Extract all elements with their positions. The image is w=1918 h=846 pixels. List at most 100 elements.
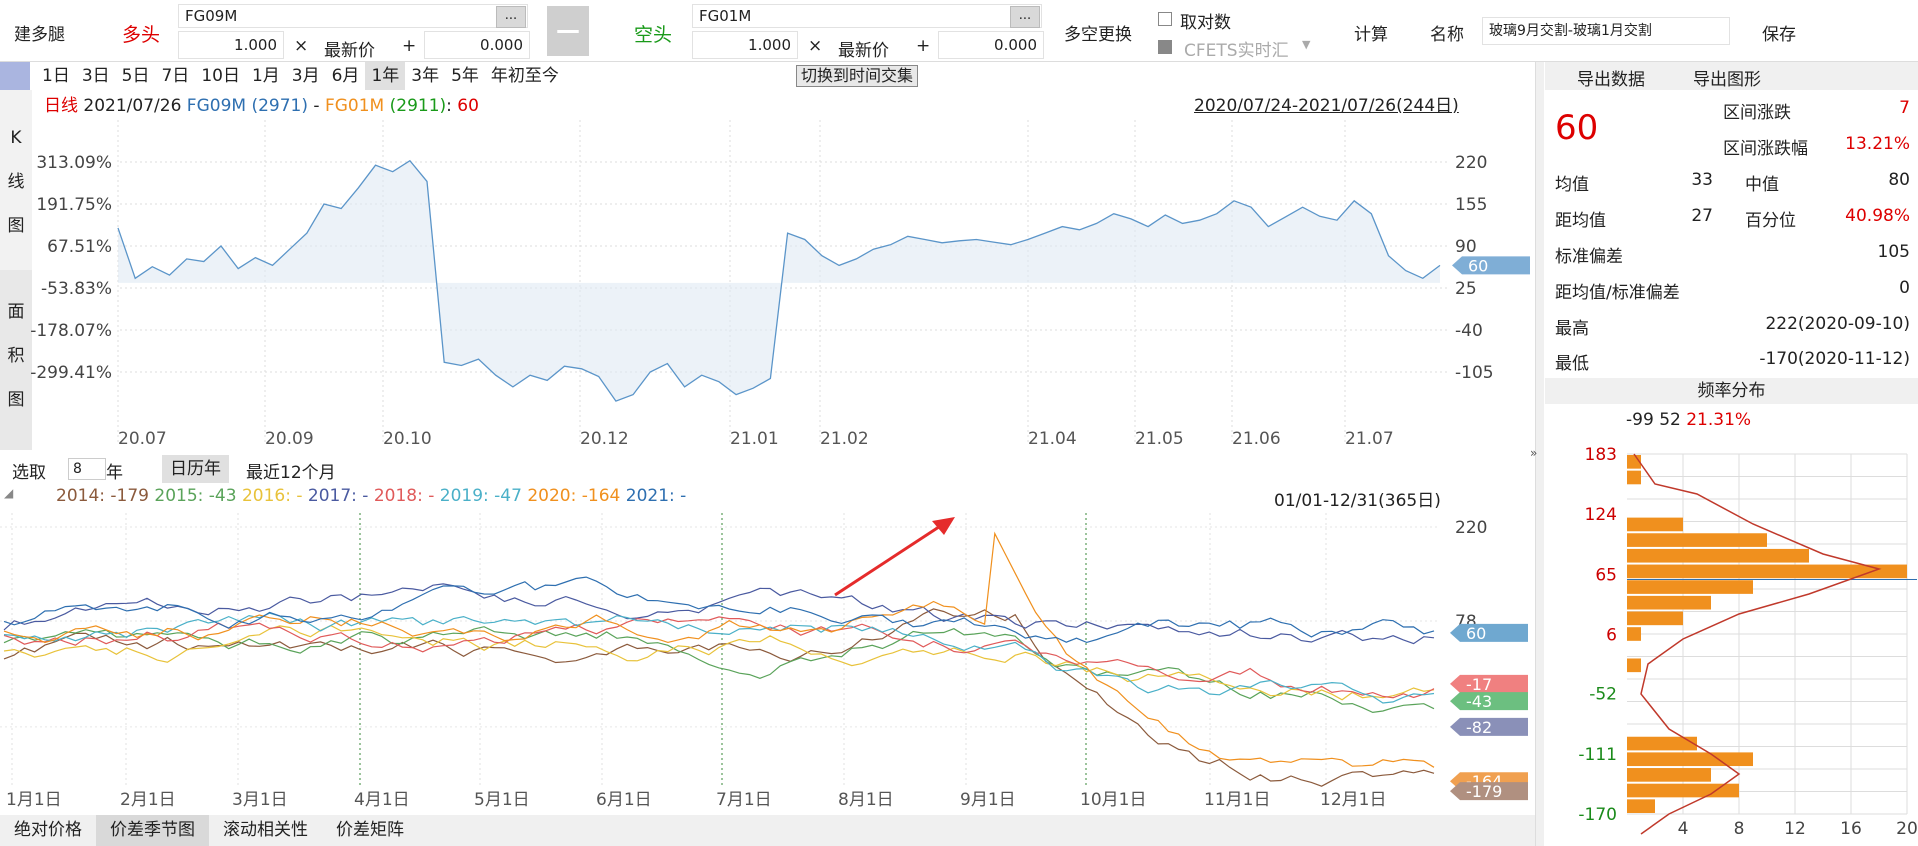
hist-header-c: 21.31% [1686, 410, 1752, 430]
month-label-5: 6月1日 [596, 790, 652, 810]
minus-button[interactable]: — [547, 6, 589, 56]
long-code-picker-button[interactable]: ... [496, 6, 526, 28]
short-label: 空头 [634, 24, 673, 46]
std-label: 标准偏差 [1555, 247, 1623, 267]
tab-2[interactable]: 滚动相关性 [209, 815, 322, 846]
short-add-input[interactable]: 0.000 [938, 31, 1044, 59]
hist-ytick-6: -170 [1578, 805, 1617, 825]
save-button[interactable]: 保存 [1762, 20, 1796, 45]
calendar-year-button[interactable]: 日历年 [162, 455, 229, 483]
season-tag-1: -17 [1466, 675, 1492, 694]
hist-bar-4 [1627, 517, 1683, 532]
high-label: 最高 [1555, 319, 1589, 339]
switch-intersection-button[interactable]: 切换到时间交集 [796, 65, 919, 87]
x-label-3: 20.12 [580, 429, 629, 449]
season-tag-bg-0 [1450, 623, 1528, 642]
high-value: 222(2020-09-10) [1765, 314, 1910, 334]
times-sign-2: × [808, 36, 823, 56]
right-tick-3: 25 [1455, 279, 1477, 299]
years-spinner[interactable]: 8 [68, 458, 106, 480]
hist-xtick-3: 16 [1840, 819, 1862, 839]
long-code-input[interactable]: FG09M [178, 4, 528, 28]
cfets-checkbox[interactable] [1158, 40, 1172, 54]
log-checkbox[interactable] [1158, 12, 1172, 26]
ratio-label: 距均值/标准偏差 [1555, 283, 1680, 303]
period-1[interactable]: 3日 [76, 62, 116, 90]
expand-icon[interactable]: » [1530, 446, 1537, 460]
period-8[interactable]: 1年 [365, 62, 406, 90]
right-tick-5: -105 [1455, 363, 1494, 383]
season-series-3 [3, 583, 1435, 645]
histogram-title: 频率分布 [1545, 378, 1918, 404]
mean-value: 33 [1691, 170, 1713, 190]
tab-3[interactable]: 价差矩阵 [322, 815, 418, 846]
low-label: 最低 [1555, 354, 1589, 374]
swap-button[interactable]: 多空更换 [1064, 20, 1132, 45]
short-code-input[interactable]: FG01M [692, 4, 1042, 28]
period-7[interactable]: 6月 [326, 62, 366, 90]
season-tag-0: 60 [1466, 624, 1486, 643]
long-multiplier-input[interactable]: 1.000 [178, 31, 284, 59]
export-bar: 导出数据 导出图形 [1545, 62, 1918, 90]
season-series-7 [3, 576, 1435, 644]
export-data-button[interactable]: 导出数据 [1577, 65, 1645, 90]
x-label-7: 21.05 [1135, 429, 1184, 449]
stats-panel: 60 区间涨跌 7 区间涨跌幅 13.21% 均值 33 中值 80 距均值 2… [1545, 90, 1918, 375]
period-6[interactable]: 3月 [286, 62, 326, 90]
period-4[interactable]: 10日 [195, 62, 246, 90]
x-label-2: 20.10 [383, 429, 432, 449]
left-tick-0: 313.09% [36, 153, 112, 173]
month-label-4: 5月1日 [474, 790, 530, 810]
hist-bar-1 [1627, 470, 1641, 485]
long-add-input[interactable]: 0.000 [424, 31, 530, 59]
cfets-select[interactable]: CFETS实时汇 [1184, 36, 1294, 61]
x-label-6: 21.04 [1028, 429, 1077, 449]
season-tag-3: -82 [1466, 718, 1492, 737]
name-input[interactable]: 玻璃9月交割-玻璃1月交割 [1482, 17, 1730, 45]
short-code-picker-button[interactable]: ... [1010, 6, 1040, 28]
right-tick-2: 90 [1455, 237, 1477, 257]
times-sign: × [294, 36, 309, 56]
month-label-2: 3月1日 [232, 790, 288, 810]
rolling-12m-button[interactable]: 最近12个月 [246, 458, 336, 483]
season-tick-0: 220 [1455, 518, 1487, 538]
season-tag-5: -179 [1466, 782, 1502, 801]
period-10[interactable]: 5年 [445, 62, 485, 90]
std-value: 105 [1877, 242, 1910, 262]
export-chart-button[interactable]: 导出图形 [1693, 65, 1761, 90]
hist-ytick-5: -111 [1578, 745, 1617, 765]
percentile-value: 40.98% [1845, 206, 1910, 226]
hist-bar-9 [1627, 595, 1711, 610]
season-series-1 [3, 626, 1435, 714]
period-0[interactable]: 1日 [36, 62, 76, 90]
select-label: 选取 [12, 463, 46, 483]
period-11[interactable]: 年初至今 [485, 62, 565, 90]
hist-bar-6 [1627, 548, 1809, 563]
spread-area [118, 160, 1440, 402]
latest-price-label-2: 最新价 [838, 41, 889, 61]
latest-price-label: 最新价 [324, 41, 375, 61]
current-tag-bg [1452, 256, 1530, 275]
period-2[interactable]: 5日 [116, 62, 156, 90]
low-value: -170(2020-11-12) [1759, 349, 1910, 369]
hist-xtick-0: 4 [1678, 819, 1689, 839]
left-tick-5: -299.41% [30, 363, 112, 383]
hist-bar-11 [1627, 627, 1641, 641]
current-spread: 60 [1555, 108, 1599, 148]
calc-button[interactable]: 计算 [1354, 20, 1388, 45]
month-label-9: 10月1日 [1080, 790, 1146, 810]
years-unit: 年 [106, 463, 123, 483]
hist-bar-8 [1627, 580, 1753, 594]
tab-1[interactable]: 价差季节图 [96, 815, 209, 846]
period-3[interactable]: 7日 [155, 62, 195, 90]
x-label-0: 20.07 [118, 429, 167, 449]
arrow-shaft [834, 519, 949, 597]
seasonal-toolbar: 选取 8 年 日历年 最近12个月 [0, 455, 1535, 483]
left-tick-4: -178.07% [30, 321, 112, 341]
collapse-icon[interactable]: ◢ [4, 486, 13, 500]
period-9[interactable]: 3年 [405, 62, 445, 90]
short-multiplier-input[interactable]: 1.000 [692, 31, 798, 59]
tab-0[interactable]: 绝对价格 [0, 815, 96, 846]
range-change-value: 7 [1899, 98, 1910, 118]
period-5[interactable]: 1月 [246, 62, 286, 90]
